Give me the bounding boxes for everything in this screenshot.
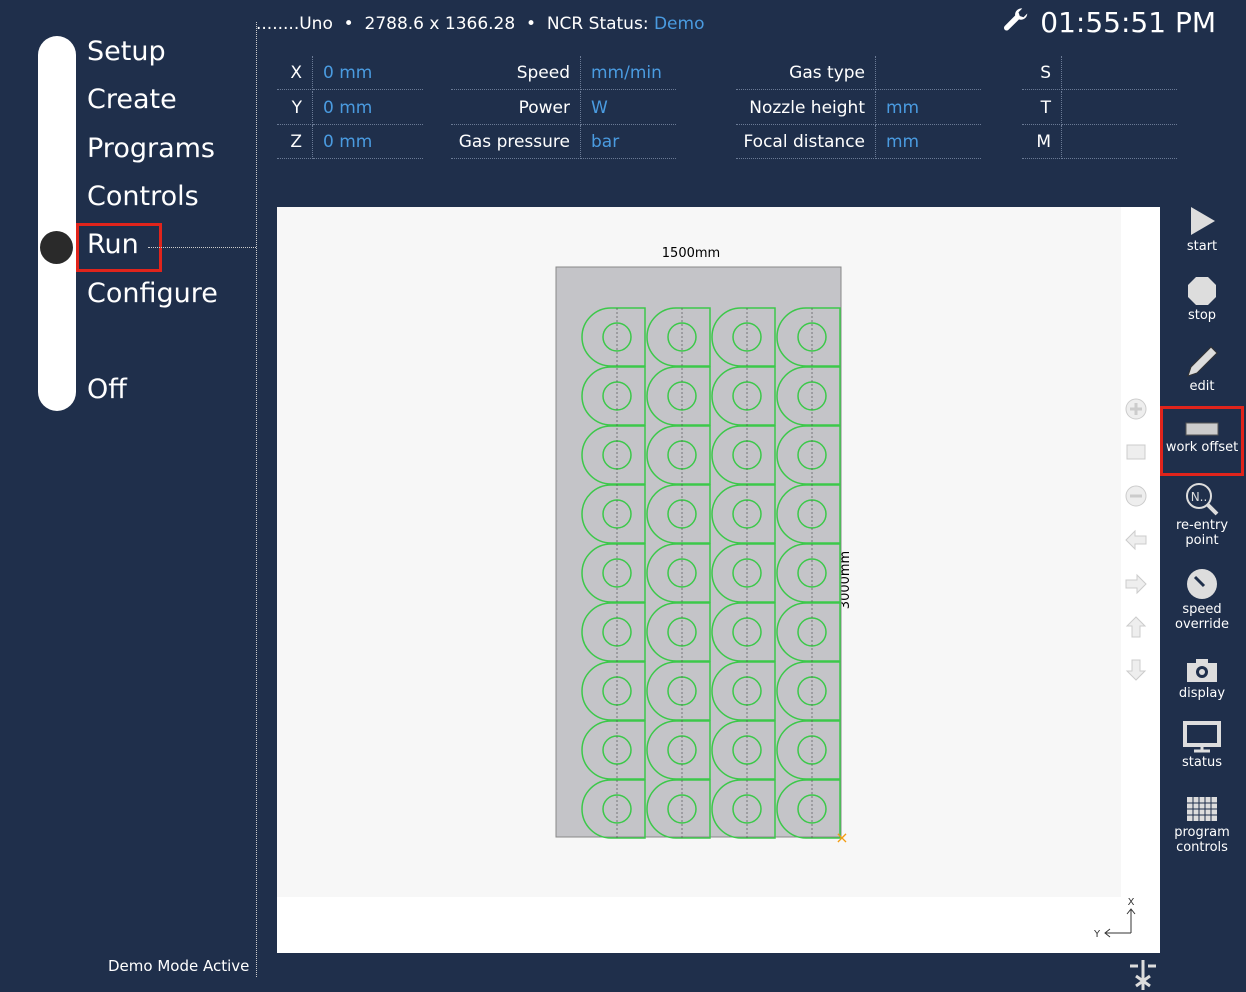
params1-label: Gas pressure (451, 125, 581, 159)
pan-left-icon[interactable] (1124, 528, 1148, 552)
reentry-point-button[interactable]: N.. re-entry point (1162, 482, 1242, 548)
edit-label: edit (1189, 379, 1215, 394)
axis-indicator: X Y (1093, 897, 1136, 940)
sheet-preview: 1500mm 3000mm × X Y (555, 246, 1136, 940)
nav-off[interactable]: Off (87, 374, 127, 406)
machine-name: Uno (299, 14, 333, 34)
params2-value: mm (876, 125, 981, 159)
params2-value: mm (876, 91, 981, 125)
axis-x-label: X (1128, 897, 1135, 908)
codes-label: M (1022, 125, 1062, 159)
params1-label: Power (451, 90, 581, 125)
divider (256, 22, 257, 977)
ncr-label: NCR Status: (546, 14, 649, 34)
pan-right-icon[interactable] (1124, 572, 1148, 596)
display-button[interactable]: display (1162, 656, 1242, 701)
speed-override-label: speed override (1175, 602, 1229, 632)
axes-label: X (277, 56, 313, 90)
start-button[interactable]: start (1162, 205, 1242, 254)
codes-value (1062, 125, 1177, 159)
work-offset-label: work offset (1165, 440, 1239, 455)
zoom-in-icon[interactable] (1124, 397, 1148, 421)
codes-value (1062, 56, 1177, 90)
connector-line (148, 247, 256, 248)
time: 01:55:51 PM (1040, 6, 1216, 39)
speed-override-button[interactable]: speed override (1162, 568, 1242, 632)
svg-text:N..: N.. (1191, 490, 1208, 504)
laser-head-icon[interactable] (1128, 958, 1158, 990)
pan-down-icon[interactable] (1124, 658, 1148, 682)
monitor-icon (1183, 721, 1221, 753)
status-label: status (1182, 755, 1222, 770)
clock: 01:55:51 PM (1001, 6, 1216, 39)
start-label: start (1186, 239, 1218, 254)
program-controls-button[interactable]: program controls (1162, 795, 1242, 855)
grid-icon (1187, 797, 1217, 821)
nav-configure[interactable]: Configure (87, 278, 218, 310)
demo-mode-status: Demo Mode Active (108, 957, 250, 975)
nav-controls[interactable]: Controls (87, 181, 199, 213)
stop-label: stop (1187, 308, 1217, 323)
pencil-icon (1187, 346, 1218, 377)
reentry-label: re-entry point (1175, 518, 1229, 548)
stop-button[interactable]: stop (1162, 276, 1242, 323)
work-offset-button[interactable]: work offset (1162, 420, 1242, 455)
sheet-width-label: 1500mm (662, 246, 720, 261)
params1-value: W (581, 91, 676, 125)
reentry-search-icon: N.. (1186, 483, 1219, 516)
edit-button[interactable]: edit (1162, 345, 1242, 394)
dim-sep: x (429, 14, 440, 34)
zoom-fit-icon[interactable] (1124, 440, 1148, 464)
params1-value: mm/min (581, 56, 676, 90)
axes-value: 0 mm (313, 125, 423, 159)
stop-icon (1188, 277, 1216, 305)
nav-programs[interactable]: Programs (87, 133, 215, 165)
dots: ........ (256, 14, 300, 34)
nav-setup[interactable]: Setup (87, 36, 166, 68)
play-icon (1191, 207, 1215, 235)
codes-value (1062, 91, 1177, 125)
params1-label: Speed (451, 56, 581, 90)
params1-value: bar (581, 125, 676, 159)
gauge-icon (1187, 569, 1217, 599)
codes-label: S (1022, 56, 1062, 90)
wrench-icon (1004, 8, 1028, 31)
axes-value: 0 mm (313, 91, 423, 125)
params2-label: Gas type (736, 56, 876, 90)
origin-marker: × (835, 828, 848, 847)
mode-slider-knob[interactable] (40, 231, 73, 264)
dim-x: 2788.6 (364, 14, 424, 34)
params2-label: Nozzle height (736, 90, 876, 125)
axes-value: 0 mm (313, 56, 423, 90)
axis-y-label: Y (1093, 929, 1101, 940)
nav-create[interactable]: Create (87, 84, 177, 116)
axes-label: Y (277, 90, 313, 125)
status-button[interactable]: status (1162, 721, 1242, 770)
codes-label: T (1022, 90, 1062, 125)
ncr-value: Demo (653, 14, 705, 34)
dim-y: 1366.28 (444, 14, 516, 34)
work-offset-icon (1185, 422, 1219, 436)
machine-info: ........Uno • 2788.6 x 1366.28 • NCR Sta… (256, 14, 705, 34)
mode-slider-track[interactable] (38, 36, 76, 411)
axes-label: Z (277, 125, 313, 159)
display-label: display (1178, 686, 1226, 701)
camera-icon (1187, 659, 1217, 682)
pan-up-icon[interactable] (1124, 615, 1148, 639)
params2-value (876, 56, 981, 90)
params2-label: Focal distance (736, 125, 876, 159)
zoom-out-icon[interactable] (1124, 484, 1148, 508)
program-controls-label: program controls (1174, 825, 1230, 855)
